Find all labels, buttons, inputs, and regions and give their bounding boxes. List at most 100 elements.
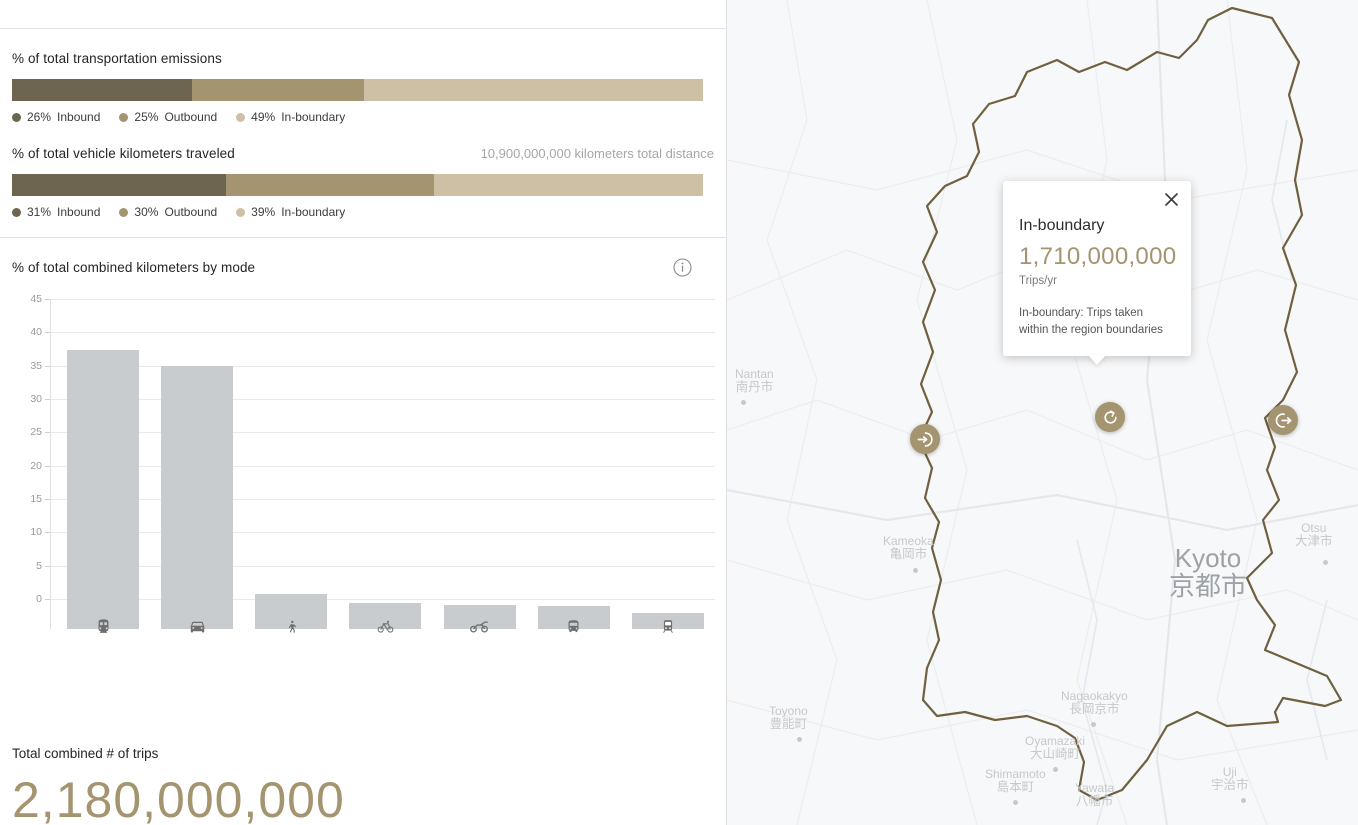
- city-dot-toyono: [797, 737, 802, 742]
- stack-segment-inbound[interactable]: [12, 174, 227, 196]
- legend-percent: 26%: [27, 110, 52, 124]
- circular-arrow-icon: [1103, 409, 1117, 424]
- y-tick: [45, 432, 50, 434]
- legend-dot-icon: [12, 207, 21, 217]
- legend-dot-icon: [12, 112, 21, 122]
- stack-segment-outbound[interactable]: [191, 79, 365, 101]
- y-axis-tick-label: 20: [30, 459, 42, 472]
- y-tick: [45, 532, 50, 534]
- legend-percent: 31%: [27, 205, 52, 219]
- total-trips-label: Total combined # of trips: [12, 746, 159, 761]
- stack-segment-outbound[interactable]: [226, 174, 434, 196]
- legend-item-inbound: 26% Inbound: [12, 110, 100, 124]
- bar-slot: [433, 329, 527, 629]
- tram-icon: [621, 611, 715, 641]
- info-icon[interactable]: [673, 258, 692, 277]
- city-dot-nantan: [741, 400, 746, 405]
- y-axis-tick-label: 30: [30, 393, 42, 405]
- legend-percent: 25%: [134, 110, 159, 124]
- legend-label: Inbound: [57, 205, 101, 219]
- y-tick: [45, 299, 50, 300]
- legend-label: Outbound: [164, 110, 218, 124]
- y-tick: [45, 399, 50, 400]
- vkt-header: % of total vehicle kilometers traveled 1…: [12, 146, 714, 161]
- stack-segment-in-boundary[interactable]: [364, 79, 703, 101]
- y-axis-tick-label: 0: [36, 593, 42, 605]
- legend-percent: 49%: [251, 110, 276, 124]
- city-dot-kameoka: [913, 568, 918, 573]
- motorcycle-icon: [433, 611, 527, 641]
- mode-icon-row: [56, 611, 715, 641]
- map-base-layer: [727, 0, 1358, 825]
- bus-icon: [527, 611, 621, 641]
- y-tick: [45, 332, 50, 334]
- y-axis-tick-label: 15: [30, 493, 42, 505]
- emissions-legend: 26% Inbound 25% Outbound 49% In-boundary: [12, 110, 714, 124]
- legend-item-outbound: 30% Outbound: [119, 205, 217, 219]
- map-canvas[interactable]: Kyoto 京都市 Otsu 大津市 Kameoka 亀岡市 Nantan 南丹市 Toyono…: [727, 0, 1358, 825]
- total-trips-value: 2,180,000,000: [12, 772, 345, 825]
- stack-segment-inbound[interactable]: [12, 79, 192, 101]
- popup-description: In-boundary: Trips taken within the regi…: [1019, 307, 1163, 336]
- y-axis-tick-label: 5: [36, 559, 42, 572]
- gridline: [48, 299, 715, 300]
- map-marker-outbound[interactable]: [1268, 405, 1298, 435]
- emissions-header: % of total transportation emissions: [12, 51, 714, 66]
- legend-percent: 39%: [251, 205, 276, 219]
- popup-value: 1,710,000,000: [1019, 243, 1177, 270]
- emissions-stacked-bar[interactable]: [12, 79, 703, 101]
- popup-unit: Trips/yr: [1019, 275, 1057, 287]
- y-tick: [45, 565, 50, 567]
- y-tick: [45, 465, 50, 467]
- city-dot-uji: [1241, 798, 1246, 803]
- mode-bar-chart: 0 5 10 15 20 25 30 35 40 45: [12, 293, 715, 633]
- bar-car[interactable]: [161, 365, 234, 629]
- arrow-out-of-circle-icon: [1275, 412, 1291, 428]
- legend-percent: 30%: [134, 205, 159, 219]
- bicycle-icon: [338, 611, 432, 641]
- arrow-into-circle-icon: [917, 431, 933, 447]
- map-marker-inbound[interactable]: [910, 424, 940, 454]
- vkt-legend: 31% Inbound 30% Outbound 39% In-boundary: [12, 205, 714, 219]
- y-axis-tick-label: 35: [30, 359, 42, 372]
- legend-dot-icon: [236, 207, 246, 217]
- vkt-title: % of total vehicle kilometers traveled: [12, 146, 235, 161]
- stats-panel: % of total transportation emissions 26% I…: [0, 0, 727, 825]
- bar-slot: [621, 329, 715, 629]
- legend-label: In-boundary: [281, 205, 346, 219]
- legend-item-in-boundary: 49% In-boundary: [236, 110, 345, 124]
- map-marker-in-boundary[interactable]: [1095, 402, 1125, 432]
- bar-slot: [150, 329, 244, 629]
- bar-slot: [527, 329, 621, 629]
- city-dot-otsu: [1323, 560, 1328, 565]
- total-trips-section: Total combined # of trips 2,180,000,000: [0, 746, 726, 825]
- share-metrics-section: % of total transportation emissions 26% I…: [0, 29, 726, 238]
- y-axis-tick-label: 25: [30, 426, 42, 439]
- app-root: % of total transportation emissions 26% I…: [0, 0, 1358, 825]
- map-popup: In-boundary 1,710,000,000 Trips/yr In-bo…: [1003, 181, 1191, 366]
- legend-dot-icon: [119, 112, 129, 122]
- close-icon[interactable]: [1162, 190, 1180, 208]
- bar-slot: [56, 329, 150, 629]
- vkt-stacked-bar[interactable]: [12, 174, 703, 196]
- legend-dot-icon: [119, 207, 129, 217]
- city-dot-shimamoto: [1013, 800, 1018, 805]
- bar-slot: [244, 329, 338, 629]
- legend-item-inbound: 31% Inbound: [12, 205, 100, 219]
- emissions-title: % of total transportation emissions: [12, 51, 222, 66]
- y-tick: [45, 365, 50, 367]
- legend-label: In-boundary: [281, 110, 346, 124]
- y-axis-line: [50, 299, 51, 629]
- y-axis-tick-label: 45: [30, 293, 42, 305]
- stack-segment-in-boundary[interactable]: [433, 174, 703, 196]
- legend-label: Inbound: [57, 110, 101, 124]
- bar-train[interactable]: [67, 349, 140, 629]
- bar-slot: [338, 329, 432, 629]
- mode-chart-section: % of total combined kilometers by mode 0…: [0, 238, 726, 746]
- vkt-total-distance: 10,900,000,000 kilometers total distance: [480, 146, 714, 161]
- legend-item-in-boundary: 39% In-boundary: [236, 205, 345, 219]
- y-tick: [45, 599, 50, 600]
- popup-tail: [1088, 355, 1106, 366]
- y-axis-tick-label: 40: [30, 326, 42, 339]
- city-dot-oyamazaki: [1053, 767, 1058, 772]
